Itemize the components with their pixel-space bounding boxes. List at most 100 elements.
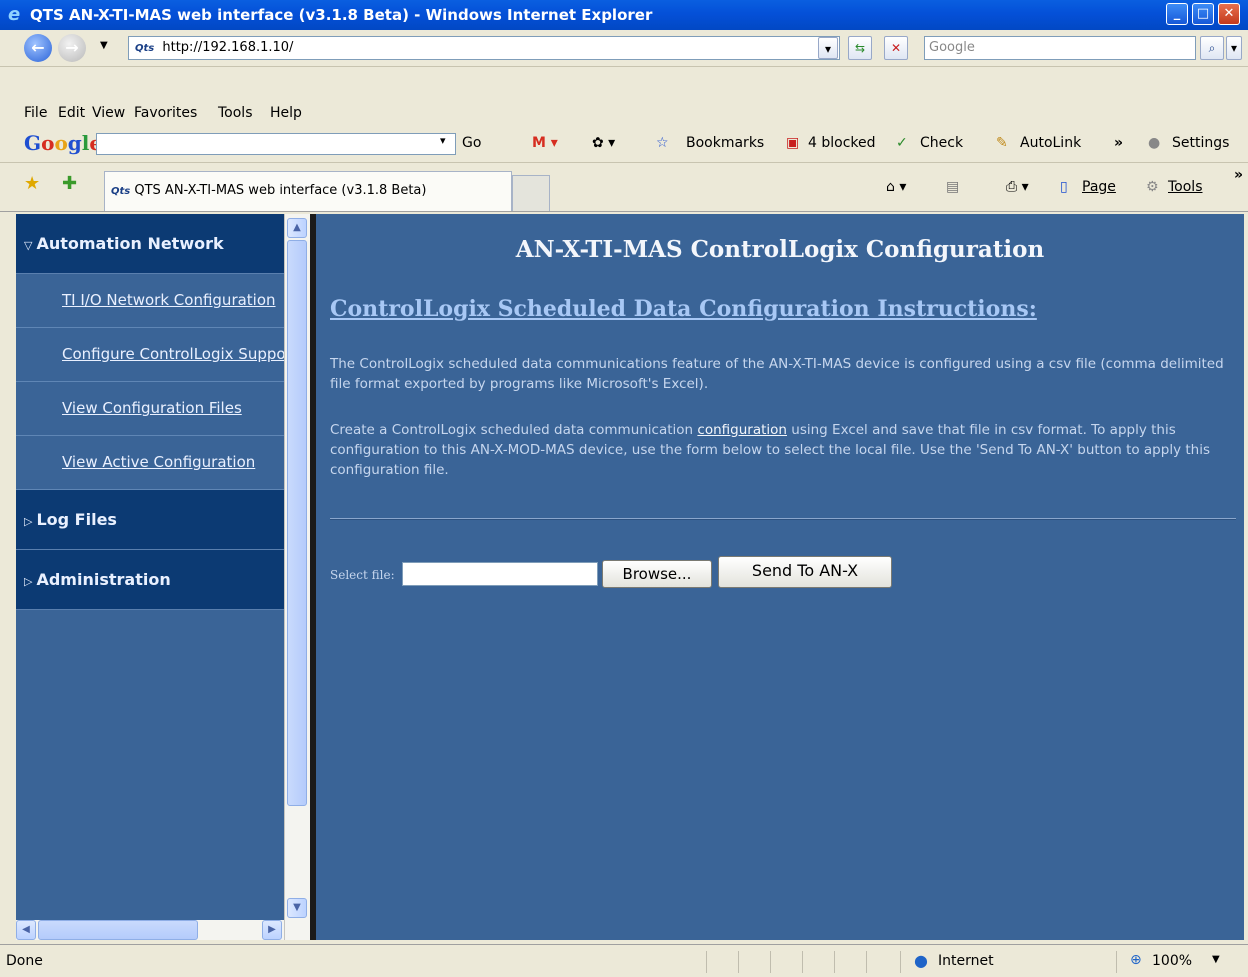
status-divider	[802, 951, 803, 973]
sidebar-section-label: Automation Network	[36, 234, 224, 253]
autolink-button[interactable]: AutoLink	[1020, 135, 1081, 151]
paragraph-text: Create a ControlLogix scheduled data com…	[330, 422, 698, 438]
status-bar: Done ● Internet ⊕ 100% ▼	[0, 944, 1248, 977]
page-menu-button[interactable]: Page	[1082, 179, 1116, 195]
bookmarks-button[interactable]: Bookmarks	[686, 135, 764, 151]
section-divider	[330, 518, 1236, 520]
menu-bar: File Edit View Favorites Tools Help	[0, 102, 1248, 126]
settings-icon: ●	[1148, 135, 1161, 151]
sidebar-nav: ▽ Automation Network TI I/O Network Confi…	[16, 214, 284, 940]
sidebar-item-ti-io-network-configuration[interactable]: TI I/O Network Configuration	[16, 274, 284, 328]
scroll-right-arrow-icon[interactable]: ▶	[262, 920, 282, 940]
toolbar-extras-icon[interactable]: ✿ ▾	[592, 135, 615, 151]
google-search-dropdown-icon[interactable]: ▾	[440, 134, 446, 147]
horizontal-scroll-thumb[interactable]	[38, 920, 198, 940]
refresh-icon[interactable]: ⇆	[848, 36, 872, 60]
instructions-paragraph-2: Create a ControlLogix scheduled data com…	[330, 420, 1230, 480]
check-button[interactable]: Check	[920, 135, 963, 151]
history-dropdown-icon[interactable]: ▼	[100, 40, 108, 51]
file-path-input[interactable]	[402, 562, 598, 586]
collapsed-triangle-icon: ▷	[24, 575, 33, 588]
site-favicon-icon: Qts	[135, 43, 155, 54]
scroll-left-arrow-icon[interactable]: ◀	[16, 920, 36, 940]
zoom-level[interactable]: 100%	[1152, 953, 1192, 969]
sidebar-section-automation-network[interactable]: ▽ Automation Network	[16, 214, 284, 274]
menu-tools[interactable]: Tools	[218, 105, 253, 121]
menu-edit[interactable]: Edit	[58, 105, 85, 121]
address-dropdown-icon[interactable]: ▾	[818, 37, 838, 59]
forward-button[interactable]: →	[58, 34, 86, 62]
configuration-link[interactable]: configuration	[697, 422, 787, 438]
sidebar-horizontal-scrollbar[interactable]: ◀ ▶	[16, 920, 284, 940]
back-button[interactable]: ←	[24, 34, 52, 62]
page-title: AN-X-TI-MAS ControlLogix Configuration	[515, 236, 1045, 263]
add-favorite-icon[interactable]: ✚	[62, 173, 77, 194]
sidebar-item-view-configuration-files[interactable]: View Configuration Files	[16, 382, 284, 436]
popup-blocked-button[interactable]: 4 blocked	[808, 135, 876, 151]
maximize-button[interactable]: □	[1192, 3, 1214, 25]
more-chevron-icon[interactable]: »	[1114, 135, 1123, 151]
sidebar-section-log-files[interactable]: ▷ Log Files	[16, 490, 284, 550]
print-icon[interactable]: ⎙ ▾	[1006, 179, 1029, 195]
scroll-up-arrow-icon[interactable]: ▲	[287, 218, 307, 238]
tab-current[interactable]: Qts QTS AN-X-TI-MAS web interface (v3.1.…	[104, 171, 512, 211]
menu-file[interactable]: File	[24, 105, 47, 121]
status-divider	[866, 951, 867, 973]
instructions-paragraph-1: The ControlLogix scheduled data communic…	[330, 356, 1224, 392]
sidebar-section-label: Log Files	[36, 510, 117, 529]
collapsed-triangle-icon: ▷	[24, 515, 33, 528]
expanded-triangle-icon: ▽	[24, 239, 33, 252]
browse-button[interactable]: Browse...	[602, 560, 712, 588]
gmail-icon[interactable]: M ▾	[532, 135, 558, 151]
tab-title: QTS AN-X-TI-MAS web interface (v3.1.8 Be…	[134, 183, 427, 198]
sidebar-vertical-scrollbar[interactable]: ▲ ▼	[284, 214, 310, 940]
new-tab-button[interactable]	[512, 175, 550, 211]
zoom-dropdown-icon[interactable]: ▼	[1212, 954, 1220, 965]
select-file-label: Select file:	[330, 568, 395, 582]
sidebar-item-configure-controllogix-support[interactable]: Configure ControlLogix Support	[16, 328, 284, 382]
status-divider	[738, 951, 739, 973]
vertical-scroll-thumb[interactable]	[287, 240, 307, 806]
status-text: Done	[6, 953, 43, 969]
internet-zone-globe-icon: ●	[914, 951, 928, 970]
status-divider	[706, 951, 707, 973]
feeds-icon[interactable]: ▤	[946, 179, 959, 195]
status-divider	[1116, 951, 1117, 973]
sidebar-section-label: Administration	[36, 570, 171, 589]
google-search-input[interactable]	[96, 133, 456, 155]
stop-icon[interactable]: ✕	[884, 36, 908, 60]
zoom-icon: ⊕	[1130, 952, 1142, 968]
send-to-anx-button[interactable]: Send To AN-X	[718, 556, 892, 588]
menu-help[interactable]: Help	[270, 105, 302, 121]
menu-view[interactable]: View	[92, 105, 125, 121]
bookmark-star-icon: ☆	[656, 135, 669, 151]
autolink-icon: ✎	[996, 135, 1008, 151]
popup-blocker-icon: ▣	[786, 135, 800, 151]
sidebar-section-administration[interactable]: ▷ Administration	[16, 550, 284, 610]
main-content: AN-X-TI-MAS ControlLogix Configuration C…	[316, 214, 1244, 940]
menu-favorites[interactable]: Favorites	[134, 105, 197, 121]
tools-menu-button[interactable]: Tools	[1168, 179, 1203, 195]
search-options-icon[interactable]: ▾	[1226, 36, 1242, 60]
sidebar-item-view-active-configuration[interactable]: View Active Configuration	[16, 436, 284, 490]
security-zone-label: Internet	[938, 953, 994, 969]
settings-button[interactable]: Settings	[1172, 135, 1229, 151]
tab-bar: ★ ✚ Qts QTS AN-X-TI-MAS web interface (v…	[0, 163, 1248, 212]
search-input[interactable]: Google	[924, 36, 1196, 60]
address-field[interactable]: Qts http://192.168.1.10/	[128, 36, 840, 60]
minimize-button[interactable]: _	[1166, 3, 1188, 25]
home-icon[interactable]: ⌂ ▾	[886, 179, 906, 195]
window-titlebar: e QTS AN-X-TI-MAS web interface (v3.1.8 …	[0, 0, 1248, 30]
scroll-down-arrow-icon[interactable]: ▼	[287, 898, 307, 918]
google-logo: Google	[24, 131, 102, 155]
window-title: QTS AN-X-TI-MAS web interface (v3.1.8 Be…	[30, 6, 653, 24]
instructions-heading[interactable]: ControlLogix Scheduled Data Configuratio…	[330, 296, 1037, 322]
status-divider	[834, 951, 835, 973]
address-url: http://192.168.1.10/	[162, 40, 294, 55]
search-icon[interactable]: ⌕	[1200, 36, 1224, 60]
favorites-star-icon[interactable]: ★	[24, 173, 40, 194]
google-go-button[interactable]: Go	[462, 135, 481, 151]
more-tools-chevron-icon[interactable]: »	[1234, 167, 1243, 183]
status-divider	[770, 951, 771, 973]
close-button[interactable]: ✕	[1218, 3, 1240, 25]
